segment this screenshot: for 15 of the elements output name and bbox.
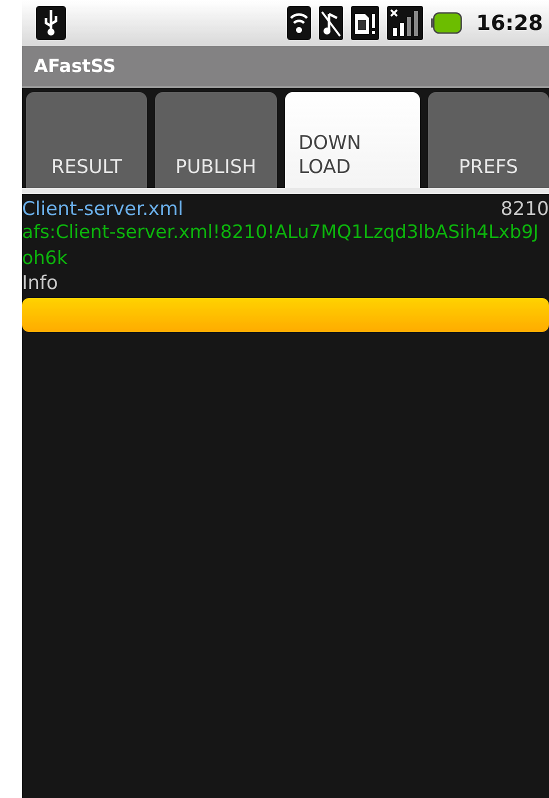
tab[interactable]: PREFS — [428, 92, 549, 188]
file-name: Client-server.xml — [22, 198, 184, 220]
usb-icon — [36, 6, 66, 40]
info-label: Info — [22, 272, 59, 294]
battery-icon — [430, 12, 462, 34]
signal-icon — [386, 6, 423, 40]
file-size: 8210 — [500, 198, 549, 220]
clock: 16:28 — [476, 11, 543, 35]
muted-music-icon — [318, 6, 343, 40]
tab[interactable]: PUBLISH — [155, 92, 276, 188]
tab[interactable]: DOWN LOAD — [284, 92, 420, 188]
wifi-icon — [286, 6, 311, 40]
sim-alert-icon — [350, 6, 379, 40]
app-title: AFastSS — [34, 56, 116, 76]
tab[interactable]: RESULT — [26, 92, 148, 188]
